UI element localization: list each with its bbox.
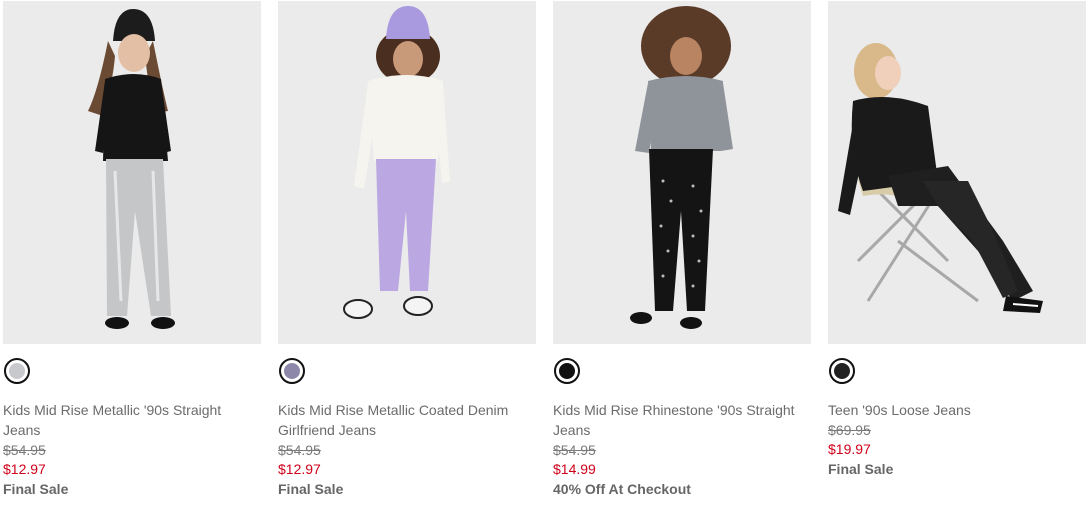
product-name[interactable]: Kids Mid Rise Metallic '90s Straight Jea… <box>3 400 253 440</box>
product-card[interactable]: Kids Mid Rise Metallic Coated Denim Girl… <box>278 0 536 509</box>
color-swatch[interactable] <box>554 358 580 384</box>
original-price: $69.95 <box>828 422 871 438</box>
product-image[interactable] <box>3 1 261 344</box>
product-name[interactable]: Teen '90s Loose Jeans <box>828 400 1078 420</box>
sale-price: $12.97 <box>3 461 46 477</box>
product-image[interactable] <box>553 1 811 344</box>
product-name[interactable]: Kids Mid Rise Rhinestone '90s Straight J… <box>553 400 803 440</box>
color-swatch[interactable] <box>829 358 855 384</box>
swatch-color-dot <box>834 363 850 379</box>
product-card[interactable]: Kids Mid Rise Rhinestone '90s Straight J… <box>553 0 811 509</box>
product-image[interactable] <box>278 1 536 344</box>
product-name[interactable]: Kids Mid Rise Metallic Coated Denim Girl… <box>278 400 528 440</box>
product-image[interactable] <box>828 1 1086 344</box>
color-swatch[interactable] <box>4 358 30 384</box>
promo-label: Final Sale <box>278 481 344 497</box>
sale-price: $12.97 <box>278 461 321 477</box>
original-price: $54.95 <box>3 442 46 458</box>
promo-label: Final Sale <box>828 461 894 477</box>
sale-price: $19.97 <box>828 441 871 457</box>
color-swatch[interactable] <box>279 358 305 384</box>
product-card[interactable]: Kids Mid Rise Metallic '90s Straight Jea… <box>3 0 261 509</box>
product-card[interactable]: Teen '90s Loose Jeans $69.95 $19.97 Fina… <box>828 0 1086 509</box>
original-price: $54.95 <box>553 442 596 458</box>
swatch-color-dot <box>559 363 575 379</box>
swatch-color-dot <box>284 363 300 379</box>
swatch-color-dot <box>9 363 25 379</box>
original-price: $54.95 <box>278 442 321 458</box>
promo-label: Final Sale <box>3 481 69 497</box>
sale-price: $14.99 <box>553 461 596 477</box>
promo-label: 40% Off At Checkout <box>553 481 691 497</box>
product-grid: Kids Mid Rise Metallic '90s Straight Jea… <box>0 0 1087 509</box>
